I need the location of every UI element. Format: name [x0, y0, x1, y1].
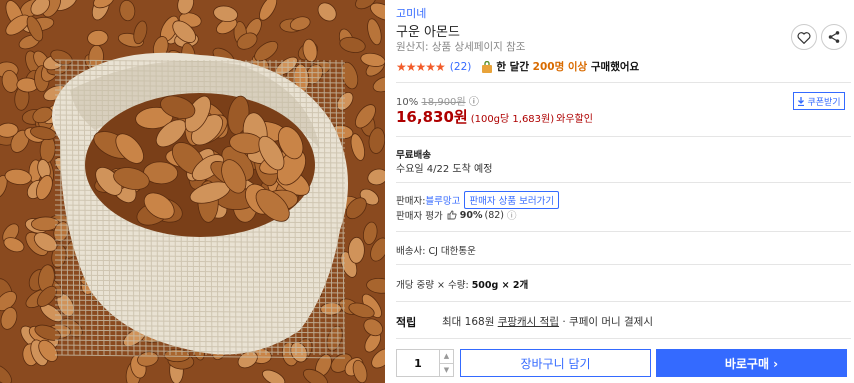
product-info-panel: 고미네 구운 아몬드 원산지: 상품 상세페이지 참조 ★★★★★ (22) 한… — [396, 0, 854, 383]
seller-name-link[interactable]: 블루망고 — [425, 193, 460, 207]
rating-row: ★★★★★ (22) 한 달간 200명 이상 구매했어요 — [396, 59, 639, 74]
star-rating: ★★★★★ — [396, 59, 446, 74]
points-prefix: 최대 168원 — [442, 316, 498, 328]
add-to-cart-button[interactable]: 장바구니 담기 — [460, 349, 651, 377]
seller-rating-label: 판매자 평가 — [396, 211, 443, 222]
divider — [396, 338, 851, 339]
cash-points-link[interactable]: 쿠팡캐시 적립 — [498, 316, 559, 328]
quantity-stepper[interactable]: 1 ▲ ▼ — [396, 349, 454, 377]
product-image[interactable] — [0, 0, 385, 383]
option-info: 개당 중량 × 수량: 500g × 2개 — [396, 277, 528, 291]
points-text: 최대 168원 쿠팡캐시 적립 · 쿠페이 머니 결제시 — [442, 314, 653, 329]
buy-now-button[interactable]: 바로구매 › — [656, 349, 847, 377]
download-icon — [798, 96, 805, 106]
review-count-link[interactable]: (22) — [450, 61, 472, 73]
thumbs-up-icon — [447, 210, 457, 220]
shopping-bag-icon — [482, 60, 493, 73]
quantity-down-icon[interactable]: ▼ — [440, 364, 453, 377]
divider — [396, 264, 851, 265]
divider — [396, 136, 851, 137]
carrier-info: 배송사: CJ 대한통운 — [396, 246, 476, 257]
unit-price: (100g당 1,683원) — [470, 114, 555, 125]
coupon-button[interactable]: 쿠폰받기 — [793, 92, 845, 110]
price-row: 16,830원 (100g당 1,683원) 와우할인 — [396, 106, 593, 127]
points-label: 적립 — [396, 316, 417, 329]
quantity-input[interactable]: 1 — [397, 350, 439, 376]
wishlist-button[interactable] — [791, 24, 817, 50]
share-button[interactable] — [821, 24, 847, 50]
divider — [396, 231, 851, 232]
info-icon[interactable]: ⓘ — [507, 208, 517, 222]
quantity-up-icon[interactable]: ▲ — [440, 350, 453, 364]
seller-products-button[interactable]: 판매자 상품 보러가기 — [464, 191, 560, 209]
shipping-arrival: 수요일 4/22 도착 예정 — [396, 164, 493, 175]
promo-label: 와우할인 — [556, 114, 593, 125]
option-value: 500g × 2개 — [471, 280, 529, 291]
option-label: 개당 중량 × 수량: — [396, 280, 472, 291]
seller-prefix: 판매자: — [396, 196, 426, 207]
monthly-buyers: 한 달간 200명 이상 구매했어요 — [496, 61, 640, 73]
seller-rating: 판매자 평가 90% (82) ⓘ — [396, 208, 517, 223]
quantity-arrows: ▲ ▼ — [439, 350, 453, 376]
almond-sack-photo — [0, 0, 385, 383]
heart-icon — [797, 31, 811, 44]
divider — [396, 182, 851, 183]
points-suffix: · 쿠페이 머니 결제시 — [559, 316, 653, 328]
product-title: 구운 아몬드 — [396, 25, 460, 40]
share-icon — [828, 31, 840, 43]
divider — [396, 301, 851, 302]
seller-row: 판매자: 블루망고 판매자 상품 보러가기 — [396, 191, 560, 209]
seller-rating-percent: 90% — [459, 209, 483, 221]
divider — [396, 82, 851, 83]
coupon-label: 쿠폰받기 — [807, 97, 841, 108]
shipping-label: 무료배송 — [396, 150, 431, 161]
seller-rating-count: (82) — [484, 209, 504, 221]
product-origin: 원산지: 상품 상세페이지 참조 — [396, 41, 526, 53]
sale-price: 16,830원 — [396, 108, 468, 126]
brand-link[interactable]: 고미네 — [396, 5, 426, 21]
